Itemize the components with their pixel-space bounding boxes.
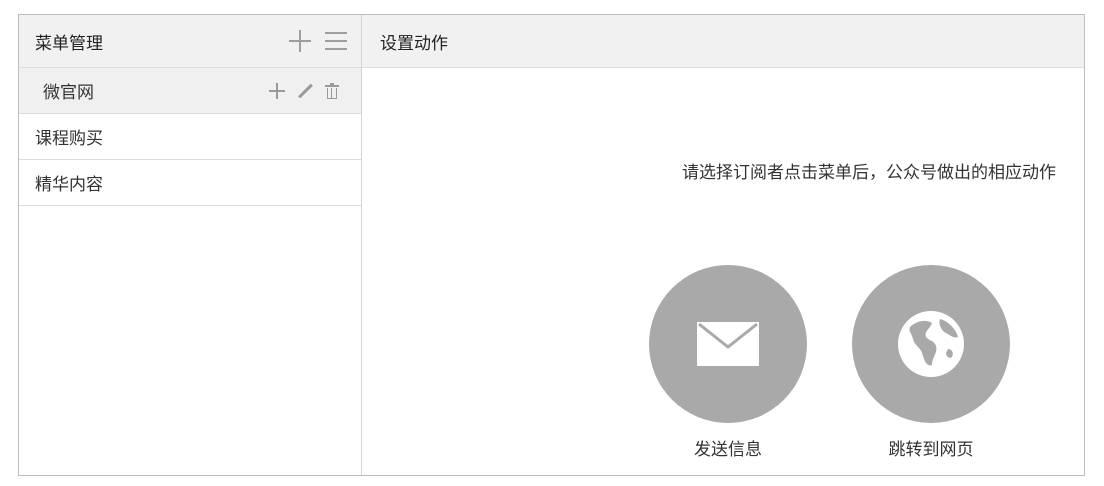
globe-icon — [898, 311, 964, 377]
action-panel: 设置动作 请选择订阅者点击菜单后，公众号做出的相应动作 发送信息 跳转到网页 — [362, 15, 1084, 475]
add-submenu-icon[interactable] — [269, 82, 285, 99]
menu-list: 微官网 课程购买 精华内容 — [19, 68, 361, 206]
jump-to-webpage-button[interactable] — [852, 265, 1010, 423]
menu-item-tools — [269, 82, 339, 99]
sidebar-header: 菜单管理 — [19, 15, 361, 68]
menu-sidebar: 菜单管理 微官网 课程购买 精华内容 — [19, 15, 362, 475]
menu-item-course-purchase[interactable]: 课程购买 — [19, 114, 361, 160]
send-message-label: 发送信息 — [694, 440, 762, 460]
menu-item-label: 精华内容 — [35, 175, 103, 195]
jump-to-webpage-action[interactable]: 跳转到网页 — [852, 265, 1010, 460]
edit-icon[interactable] — [297, 83, 313, 99]
main-header: 设置动作 — [362, 15, 1084, 68]
menu-editor: 菜单管理 微官网 课程购买 精华内容 设置动作 请选择订阅者点击菜单后，公众号做… — [18, 14, 1085, 476]
sidebar-tools — [289, 30, 347, 52]
send-message-button[interactable] — [649, 265, 807, 423]
menu-item-label: 微官网 — [43, 83, 94, 103]
send-message-action[interactable]: 发送信息 — [649, 265, 807, 460]
jump-to-webpage-label: 跳转到网页 — [888, 440, 974, 460]
sort-menu-icon[interactable] — [325, 31, 347, 51]
menu-item-weiguanwang[interactable]: 微官网 — [19, 68, 361, 114]
action-prompt: 请选择订阅者点击菜单后，公众号做出的相应动作 — [682, 163, 1056, 183]
menu-item-featured-content[interactable]: 精华内容 — [19, 160, 361, 206]
envelope-icon — [697, 322, 759, 366]
sidebar-title: 菜单管理 — [35, 33, 103, 54]
delete-icon[interactable] — [325, 82, 339, 99]
menu-item-label: 课程购买 — [35, 129, 103, 149]
add-menu-icon[interactable] — [289, 30, 311, 52]
main-title: 设置动作 — [380, 33, 448, 54]
